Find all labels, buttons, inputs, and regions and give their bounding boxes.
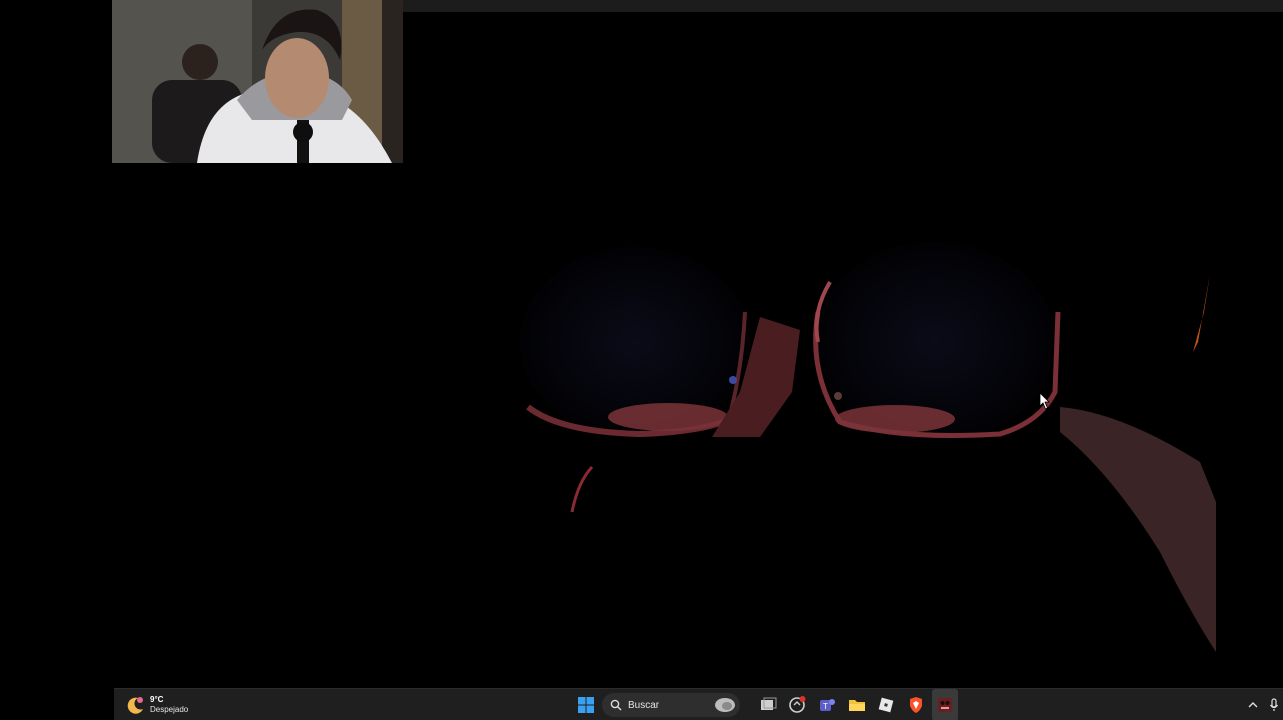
- weather-widget[interactable]: 9°C Despejado: [126, 692, 188, 718]
- brave-browser-icon[interactable]: [906, 695, 926, 715]
- task-view-icon[interactable]: [758, 695, 778, 715]
- search-highlight-icon: [715, 698, 735, 712]
- svg-text:T: T: [823, 702, 828, 711]
- search-icon: [610, 699, 622, 711]
- windows-start-icon[interactable]: [576, 695, 596, 715]
- animatronic-ear: [1193, 274, 1210, 352]
- roblox-icon[interactable]: [876, 695, 896, 715]
- chevron-up-icon[interactable]: [1247, 699, 1259, 711]
- search-box[interactable]: Buscar: [602, 693, 740, 717]
- game-app-icon[interactable]: [935, 695, 955, 715]
- teams-icon[interactable]: T: [817, 695, 837, 715]
- weather-description: Despejado: [150, 705, 189, 714]
- copilot-icon[interactable]: [787, 695, 807, 715]
- file-explorer-icon[interactable]: [847, 695, 867, 715]
- moon-weather-icon: [127, 697, 143, 714]
- mouse-cursor-icon: [1039, 392, 1050, 410]
- weather-temperature: 9°C: [150, 695, 164, 704]
- window-top-strip: [403, 0, 1283, 12]
- webcam-image: [112, 0, 403, 163]
- eye-light: [729, 376, 737, 384]
- right-cheek: [835, 405, 955, 433]
- animatronic-fur: [1060, 407, 1216, 652]
- left-cheek: [608, 403, 728, 431]
- jaw-curve: [570, 465, 594, 513]
- webcam-overlay: [112, 0, 403, 163]
- search-label: Buscar: [628, 699, 660, 711]
- screen: 9°C Despejado Buscar T: [0, 0, 1283, 720]
- taskbar: 9°C Despejado Buscar T: [114, 688, 1283, 720]
- microphone-icon[interactable]: [1269, 698, 1279, 712]
